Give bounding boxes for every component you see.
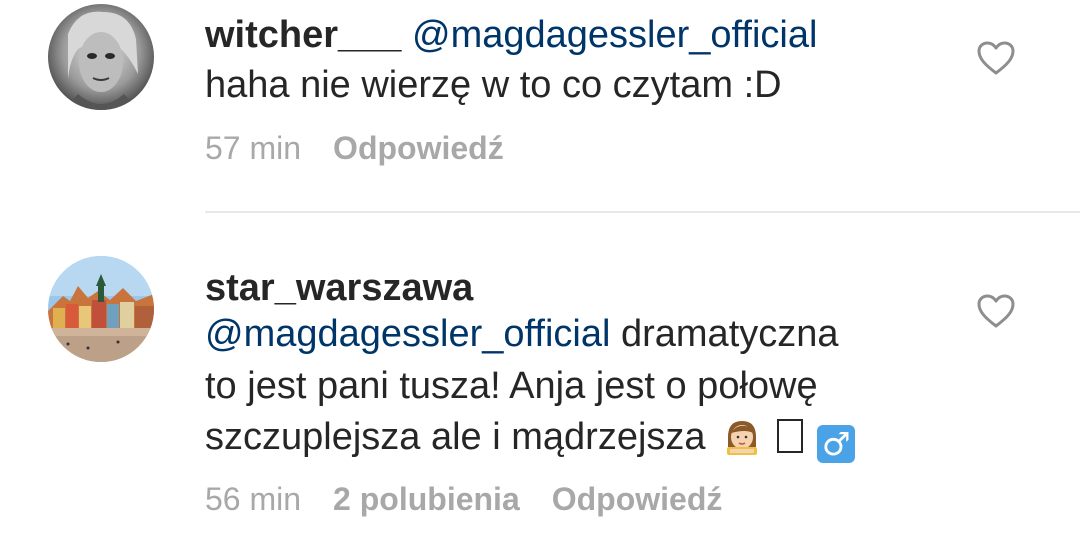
male-sign-icon: ♂	[817, 425, 856, 463]
comment-text: szczuplejsza ale i mądrzejsza ♂	[205, 412, 856, 470]
comment-body: haha nie wierzę w to co czytam :D	[205, 64, 782, 106]
avatar[interactable]	[48, 4, 154, 110]
reply-button[interactable]: Odpowiedź	[552, 483, 723, 515]
likes-count-link[interactable]: 2 polubienia	[333, 483, 520, 515]
comment-item: witcher___ @magdagessler_official haha n…	[0, 0, 1080, 211]
comment-meta: 56 min 2 polubienia Odpowiedź	[205, 483, 722, 515]
comment-item: star_warszawa @magdagessler_official dra…	[0, 213, 1080, 547]
comment-meta: 57 min Odpowiedź	[205, 132, 504, 164]
username-text[interactable]: witcher___	[205, 14, 401, 56]
avatar[interactable]	[48, 256, 154, 362]
comment-body-line: szczuplejsza ale i mądrzejsza	[205, 416, 706, 458]
comment-text: to jest pani tusza! Anja jest o połowę	[205, 361, 818, 411]
mention-link[interactable]: @magdagessler_official	[412, 14, 817, 56]
comment-text: haha nie wierzę w to co czytam :D	[205, 60, 782, 110]
heart-outline-icon[interactable]	[976, 40, 1016, 76]
mention-link[interactable]: @magdagessler_official	[205, 313, 610, 355]
reply-button[interactable]: Odpowiedź	[333, 132, 504, 164]
heart-outline-icon[interactable]	[976, 293, 1016, 329]
comment-body-line: to jest pani tusza! Anja jest o połowę	[205, 365, 818, 407]
username-text[interactable]: star_warszawa	[205, 267, 473, 309]
comment-username[interactable]: star_warszawa	[205, 269, 473, 307]
comment-timestamp: 57 min	[205, 130, 302, 166]
comment-timestamp: 56 min	[205, 481, 302, 517]
comment-body-line: dramatyczna	[620, 313, 839, 355]
comment-username[interactable]: witcher___ @magdagessler_official	[205, 16, 817, 54]
comment-text: @magdagessler_official dramatyczna	[205, 309, 839, 359]
missing-glyph-icon	[776, 419, 803, 453]
woman-emoji-icon	[722, 417, 762, 470]
